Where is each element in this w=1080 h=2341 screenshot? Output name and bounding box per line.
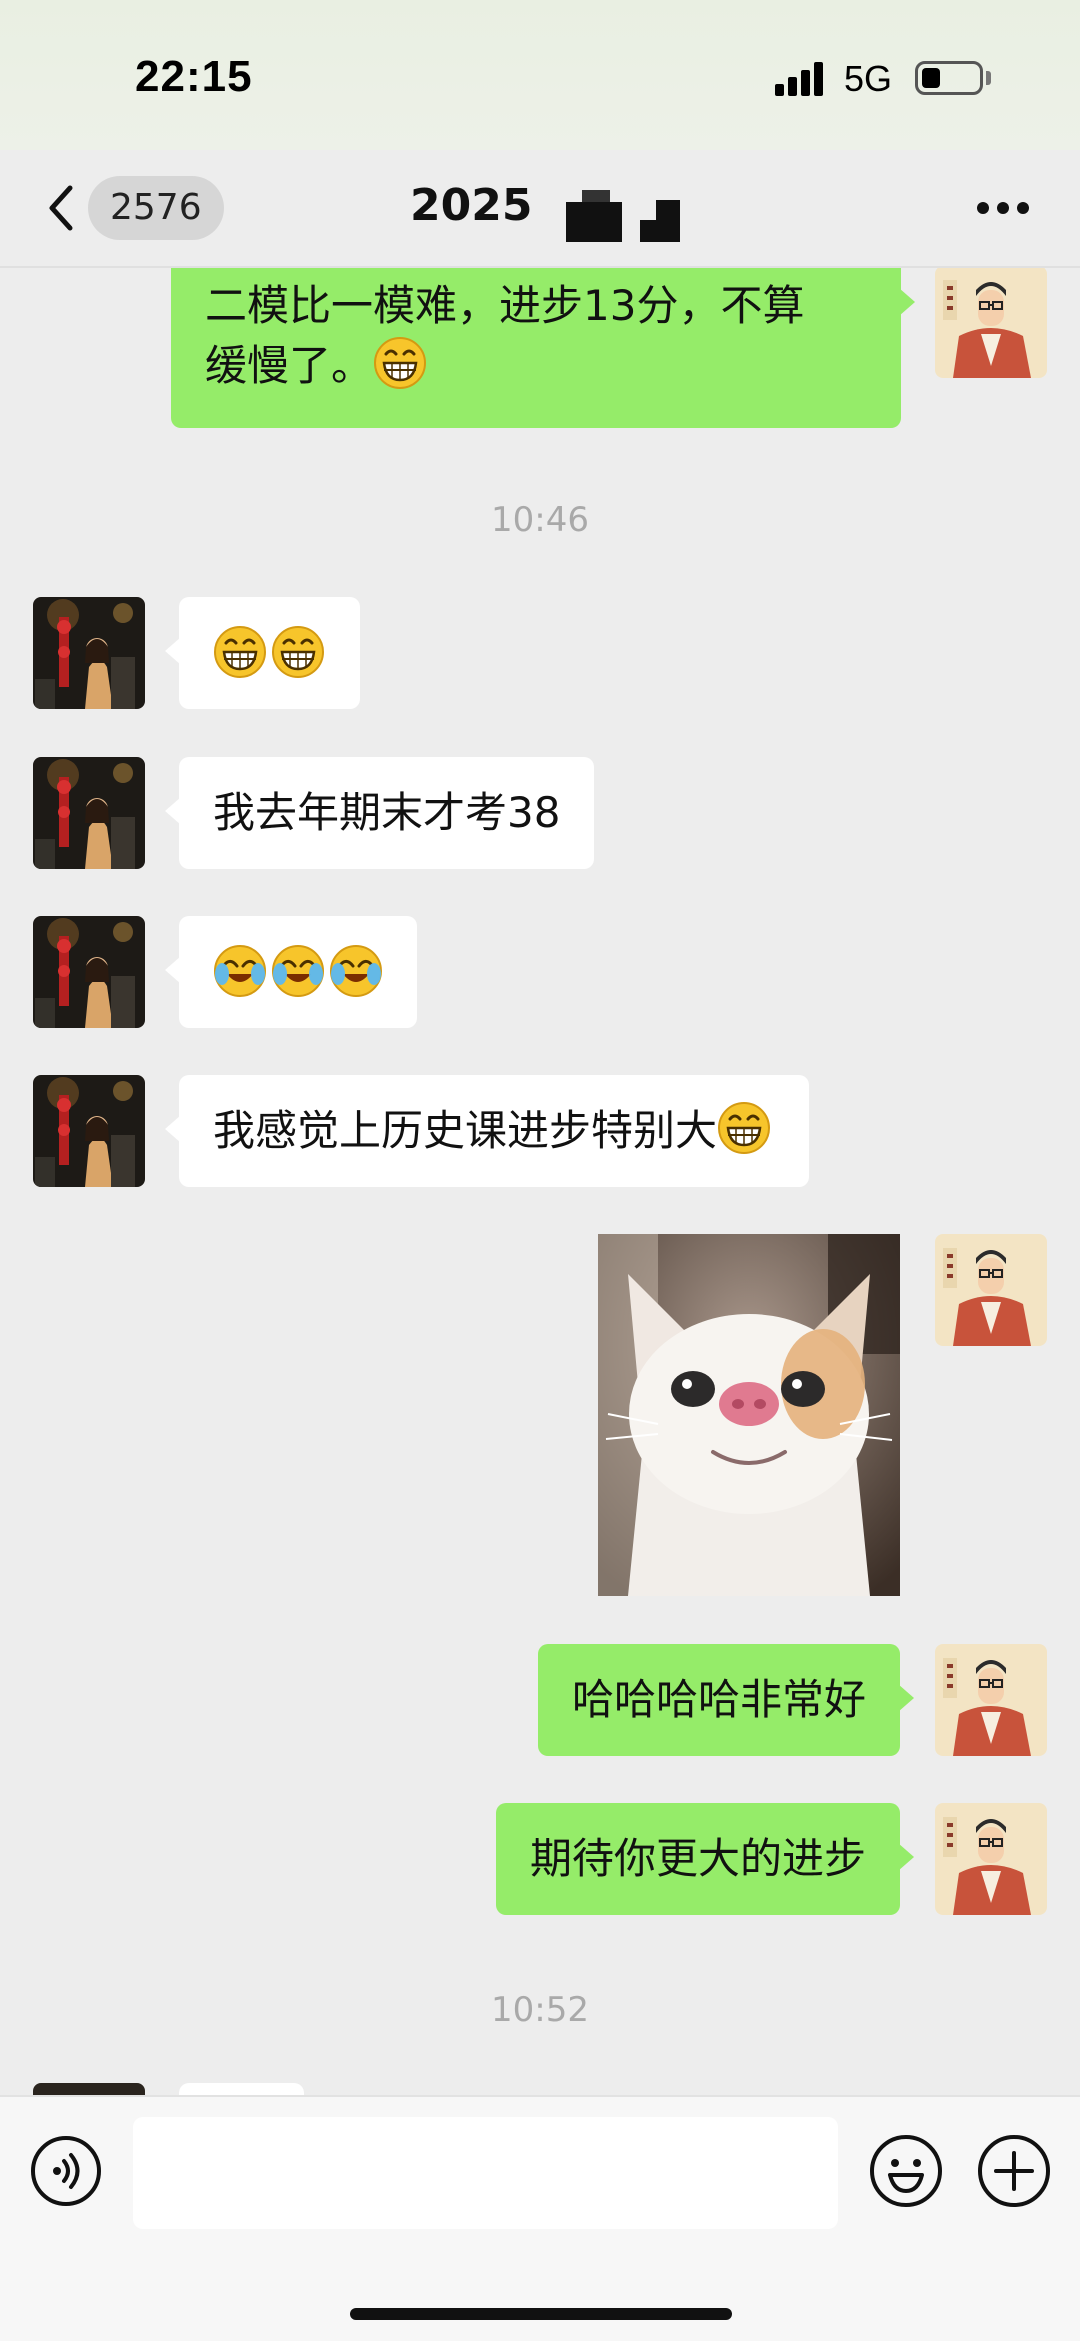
message-timestamp: 10:46 bbox=[491, 500, 589, 540]
grin-emoji bbox=[717, 1101, 771, 1155]
home-indicator[interactable] bbox=[350, 2308, 732, 2320]
grin-emoji bbox=[213, 625, 267, 679]
message-list[interactable]: 二模比一模难，进步13分，不算 缓慢了。 10:46 我去年期末才考38 我感觉… bbox=[0, 268, 1080, 2095]
chat-title[interactable]: 2025 bbox=[410, 180, 532, 231]
message-bubble-received[interactable]: 我感觉上历史课进步特别大 bbox=[164, 1075, 810, 1187]
message-text: 期待你更大的进步 bbox=[529, 1834, 866, 1883]
cat-photo[interactable] bbox=[598, 1234, 900, 1596]
message-text: 我去年期末才考38 bbox=[213, 788, 561, 837]
redacted-mark-gap bbox=[640, 200, 656, 220]
message-bubble-received[interactable] bbox=[165, 597, 360, 709]
teacher-avatar[interactable] bbox=[935, 1803, 1047, 1915]
back-chevron-icon[interactable] bbox=[40, 178, 80, 238]
voice-icon[interactable] bbox=[30, 2135, 102, 2207]
teacher-avatar[interactable] bbox=[935, 1644, 1047, 1756]
input-bar bbox=[0, 2095, 1080, 2341]
chat-header: 2576 2025 bbox=[0, 150, 1080, 268]
redacted-mark bbox=[566, 202, 622, 242]
student-avatar[interactable] bbox=[33, 1075, 145, 1187]
battery-icon bbox=[915, 61, 983, 95]
battery-tip bbox=[986, 71, 991, 85]
emoji-icon[interactable] bbox=[868, 2133, 944, 2209]
message-text-line: 缓慢了。 bbox=[205, 336, 867, 396]
cry-laugh-emoji bbox=[213, 944, 267, 998]
message-bubble-received[interactable] bbox=[165, 916, 417, 1028]
message-text: 哈哈哈哈非常好 bbox=[571, 1675, 866, 1724]
message-bubble-received[interactable]: 我去年期末才考38 bbox=[164, 757, 595, 869]
teacher-avatar[interactable] bbox=[935, 1234, 1047, 1346]
cry-laugh-emoji bbox=[271, 944, 325, 998]
message-text-line: 二模比一模难，进步13分，不算 bbox=[205, 281, 805, 330]
message-bubble-sent[interactable]: 期待你更大的进步 bbox=[495, 1803, 915, 1915]
more-options-icon[interactable] bbox=[975, 198, 1031, 218]
message-timestamp: 10:52 bbox=[491, 1990, 589, 2030]
message-bubble-sent[interactable]: 哈哈哈哈非常好 bbox=[537, 1644, 915, 1756]
unread-count-badge[interactable]: 2576 bbox=[88, 176, 224, 240]
grin-emoji bbox=[373, 336, 427, 390]
teacher-avatar[interactable] bbox=[935, 268, 1047, 378]
message-bubble-sent[interactable]: 二模比一模难，进步13分，不算 缓慢了。 bbox=[171, 268, 915, 428]
partial-avatar bbox=[33, 2083, 145, 2095]
message-input[interactable] bbox=[133, 2117, 838, 2229]
status-time: 22:15 bbox=[135, 52, 253, 101]
plus-icon[interactable] bbox=[976, 2133, 1052, 2209]
signal-icon bbox=[775, 62, 827, 96]
student-avatar[interactable] bbox=[33, 916, 145, 1028]
partial-bubble bbox=[179, 2083, 304, 2095]
status-bar: 22:15 5G bbox=[0, 0, 1080, 150]
message-text: 我感觉上历史课进步特别大 bbox=[213, 1106, 718, 1155]
student-avatar[interactable] bbox=[33, 597, 145, 709]
grin-emoji bbox=[271, 625, 325, 679]
network-label: 5G bbox=[844, 58, 893, 99]
student-avatar[interactable] bbox=[33, 757, 145, 869]
cry-laugh-emoji bbox=[329, 944, 383, 998]
